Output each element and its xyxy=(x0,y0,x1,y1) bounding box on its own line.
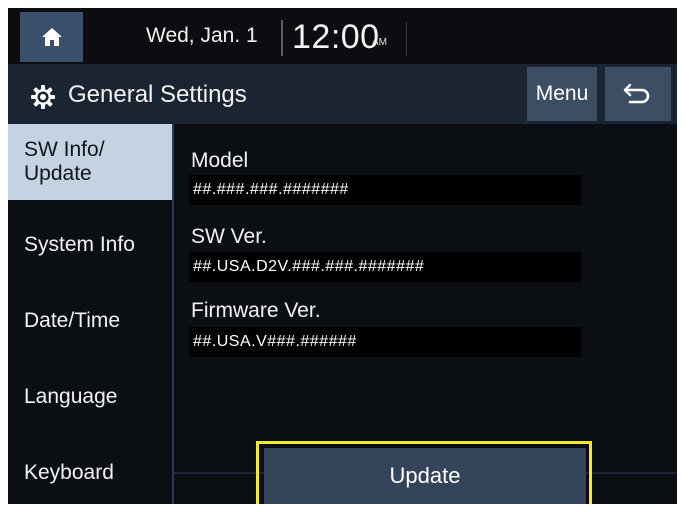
sidebar-item-label: Date/Time xyxy=(24,309,121,332)
menu-button[interactable]: Menu xyxy=(527,67,597,121)
sw-version-value: ##.USA.D2V.###.###.####### xyxy=(189,252,581,282)
firmware-version-label: Firmware Ver. xyxy=(191,299,321,322)
sidebar-item-label: Keyboard xyxy=(24,461,114,484)
back-arrow-icon xyxy=(623,83,650,104)
clock-time[interactable]: 12:00 xyxy=(292,18,380,57)
sidebar-item-language[interactable]: Language xyxy=(8,359,172,435)
sidebar: SW Info/ Update System Info Date/Time La… xyxy=(8,124,172,504)
sidebar-item-sw-info-update[interactable]: SW Info/ Update xyxy=(8,124,172,200)
clock-ampm: AM xyxy=(372,37,387,48)
settings-screen: Wed, Jan. 1 12:00 AM General Settings Me… xyxy=(8,8,677,504)
sidebar-item-keyboard[interactable]: Keyboard xyxy=(8,435,172,504)
home-icon xyxy=(41,28,62,46)
sidebar-item-date-time[interactable]: Date/Time xyxy=(8,283,172,359)
sidebar-item-label: Language xyxy=(24,385,118,408)
sw-info-panel: Model ##.###.###.####### SW Ver. ##.USA.… xyxy=(174,124,677,504)
gear-icon xyxy=(31,85,55,109)
page-title: General Settings xyxy=(68,81,247,108)
home-button[interactable] xyxy=(20,12,83,62)
status-bar: Wed, Jan. 1 12:00 AM xyxy=(8,8,677,64)
sidebar-item-label: SW Info/ Update xyxy=(24,138,105,185)
update-button[interactable]: Update xyxy=(264,448,586,504)
sidebar-item-system-info[interactable]: System Info xyxy=(8,207,172,283)
time-divider-end xyxy=(406,22,407,56)
time-divider xyxy=(281,20,283,56)
model-label: Model xyxy=(191,149,249,172)
date-display[interactable]: Wed, Jan. 1 xyxy=(146,24,258,48)
model-value: ##.###.###.####### xyxy=(189,175,581,205)
firmware-version-value: ##.USA.V###.###### xyxy=(189,327,581,357)
title-bar: General Settings Menu xyxy=(8,64,677,124)
sidebar-item-label: System Info xyxy=(24,233,135,256)
back-button[interactable] xyxy=(605,67,671,121)
sw-version-label: SW Ver. xyxy=(191,225,267,248)
